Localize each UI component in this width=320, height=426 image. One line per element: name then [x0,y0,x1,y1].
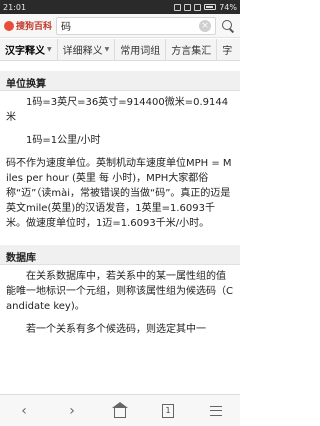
article-content[interactable]: 单位换算 1码=3英尺=36英寸=914400微米=0.9144米 1码=1公里… [0,61,240,394]
signal-icon [194,3,202,11]
tab-fangyan-jihui[interactable]: 方言集汇 [166,38,218,61]
battery-icon [204,4,217,10]
sogou-baike-logo[interactable]: 搜狗百科 [4,19,56,32]
status-bar: 21:01 74% [0,0,240,14]
section-title-unit: 单位换算 [0,71,240,91]
pages-button[interactable]: 1 [154,399,182,423]
tab-label: 方言集汇 [171,46,212,57]
forward-button[interactable]: › [58,399,86,423]
back-button[interactable]: ‹ [10,399,38,423]
search-input[interactable]: 码 × [56,16,216,35]
pages-icon: 1 [162,403,174,418]
tab-changyong-cizu[interactable]: 常用词组 [115,38,167,61]
tab-label: 常用词组 [120,46,161,57]
menu-button[interactable] [202,399,230,423]
tab-xiangxi-shiyi[interactable]: 详细释义 ▼ [58,38,116,61]
alarm-icon [174,3,182,11]
paragraph: 码不作为速度单位。英制机动车速度单位MPH = Miles per hour (… [6,158,232,229]
tab-zi[interactable]: 字 [217,39,237,61]
battery-percent: 74% [219,2,237,12]
status-time: 21:01 [3,2,27,12]
chevron-right-icon: › [69,402,75,419]
home-icon [112,401,128,418]
paragraph: 1码=1公里/小时 [26,135,101,146]
paragraph: 若一个关系有多个候选码，则选定其中一 [26,324,206,335]
bottom-nav: ‹ › 1 [0,394,240,426]
tab-label: 汉字释义 [5,46,45,57]
logo-text: 搜狗百科 [16,22,53,32]
search-query-text: 码 [61,22,71,33]
wifi-icon [184,3,192,11]
tab-label: 字 [222,46,233,57]
chevron-left-icon: ‹ [21,402,27,419]
status-icons: 74% [174,3,237,12]
chevron-down-icon: ▼ [47,46,52,53]
section-title-database: 数据库 [0,245,240,265]
search-bar: 搜狗百科 码 × [0,14,240,38]
tab-hanzi-shiyi[interactable]: 汉字释义 ▼ [0,38,58,61]
tab-label: 详细释义 [62,46,103,57]
paragraph: 在关系数据库中，若关系中的某一属性组的值能唯一地标识一个元组，则称该属性组为候选… [6,271,233,312]
search-icon[interactable] [220,18,236,34]
section-tabs: 汉字释义 ▼ 详细释义 ▼ 常用词组 方言集汇 字 [0,38,240,61]
menu-icon [210,405,222,416]
chevron-down-icon: ▼ [104,46,110,53]
home-button[interactable] [106,399,134,423]
sogou-logo-icon [4,20,14,31]
clear-icon[interactable]: × [199,19,211,32]
paragraph: 1码=3英尺=36英寸=914400微米=0.9144米 [6,97,229,123]
